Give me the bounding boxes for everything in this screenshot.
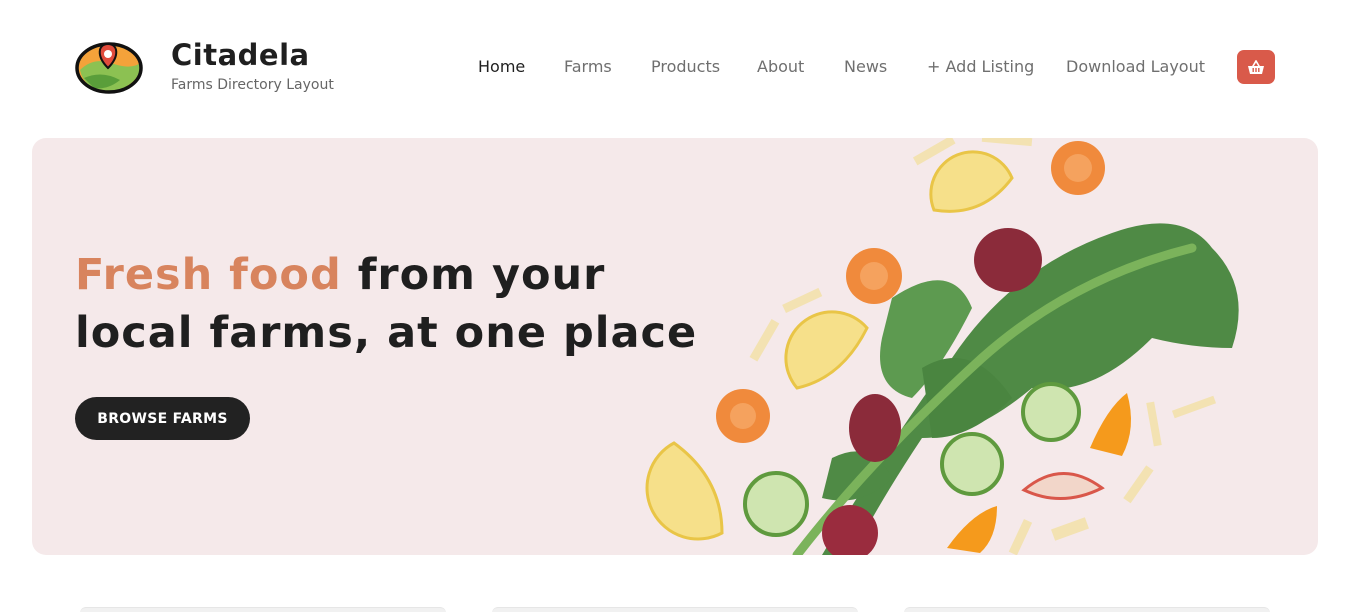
- nav-item-news[interactable]: News: [844, 57, 887, 76]
- hero-title-accent: Fresh food: [75, 250, 342, 300]
- nav-item-about[interactable]: About: [757, 57, 804, 76]
- nav-item-products[interactable]: Products: [651, 57, 720, 76]
- hero-title-line1: from your: [341, 250, 606, 300]
- cart-button[interactable]: [1237, 50, 1275, 84]
- nav-item-farms[interactable]: Farms: [564, 57, 612, 76]
- listing-card[interactable]: [904, 607, 1270, 612]
- nav-item-add-listing[interactable]: + Add Listing: [927, 57, 1034, 76]
- vegetables-image: [645, 138, 1239, 555]
- site-header: Citadela Farms Directory Layout Home Far…: [0, 0, 1345, 132]
- listing-card[interactable]: [80, 607, 446, 612]
- shopping-basket-icon: [1248, 59, 1264, 74]
- browse-farms-button[interactable]: BROWSE FARMS: [75, 397, 250, 440]
- hero-banner: Fresh food from your local farms, at one …: [32, 138, 1318, 555]
- brand-tagline: Farms Directory Layout: [171, 77, 334, 93]
- brand-name[interactable]: Citadela: [171, 38, 310, 72]
- nav-item-download-layout[interactable]: Download Layout: [1066, 57, 1205, 76]
- listing-card[interactable]: [492, 607, 858, 612]
- logo-icon[interactable]: [74, 34, 148, 96]
- nav-item-home[interactable]: Home: [478, 57, 525, 76]
